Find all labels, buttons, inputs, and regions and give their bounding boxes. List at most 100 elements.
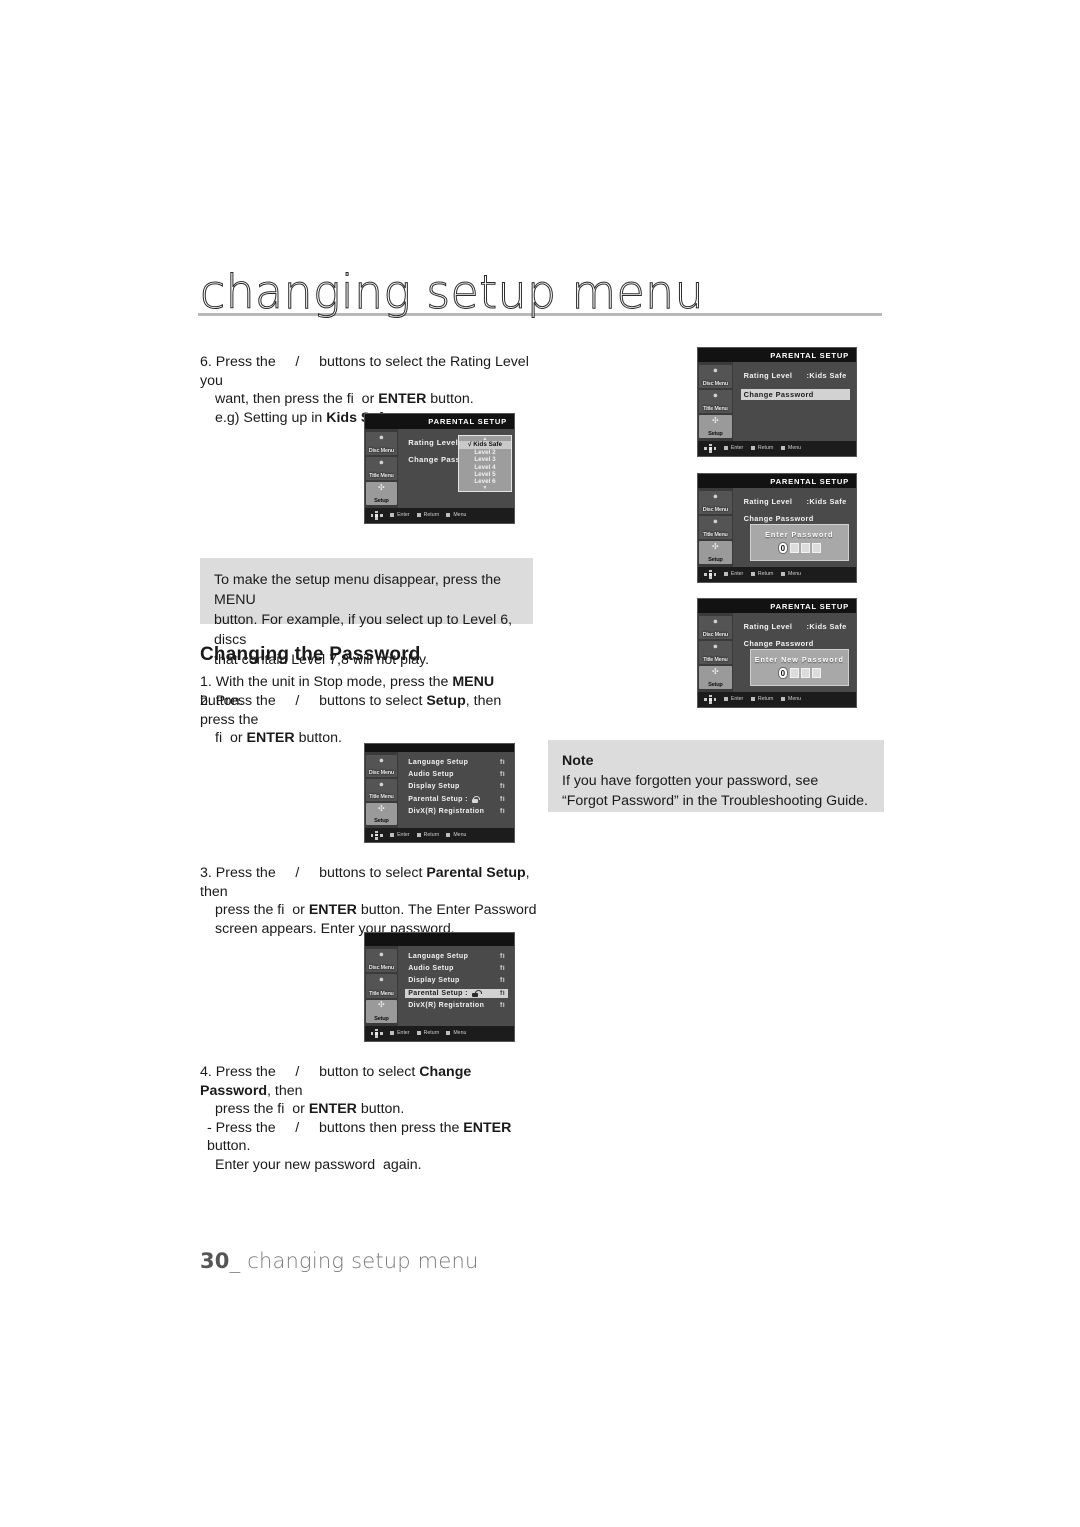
- rating-level-label: Rating Level: [743, 621, 793, 631]
- step-6-line-2: want, then press the fi or ENTER button.: [215, 391, 474, 407]
- setup-item-label: Audio Setup: [408, 965, 454, 973]
- setup-item-language-setup[interactable]: Language Setup fi: [405, 758, 508, 767]
- password-digit-3[interactable]: [800, 543, 810, 554]
- sidebar-item-disc-menu[interactable]: ⏺ Disc Menu: [699, 365, 732, 388]
- sidebar-item-setup[interactable]: ✣ Setup: [365, 803, 397, 826]
- osd-main-area: ⏺ Disc Menu ⏺ Title Menu ✣ Setup Rating …: [698, 362, 856, 441]
- disc-menu-icon: ⏺: [379, 755, 384, 765]
- dpad-icon: [370, 1028, 383, 1038]
- sidebar-item-setup[interactable]: ✣ Setup: [699, 540, 732, 564]
- legend-enter: Enter: [390, 1030, 410, 1036]
- chevron-right-icon: fi: [499, 965, 506, 973]
- password-digit-4[interactable]: [811, 543, 821, 554]
- legend-return: Return: [750, 571, 773, 577]
- setup-item-label: DivX(R) Registration: [408, 807, 485, 815]
- dropdown-option-level-4[interactable]: Level 4: [459, 464, 511, 471]
- setup-item-label-wrap: Parental Setup :: [408, 989, 482, 997]
- legend-return-label: Return: [423, 1030, 440, 1037]
- sidebar-item-title-menu[interactable]: ⏺ Title Menu: [365, 778, 397, 802]
- password-digit-4[interactable]: [811, 668, 821, 679]
- legend-return: Return: [750, 696, 773, 702]
- enter-new-password-title: Enter New Password: [754, 655, 844, 665]
- chevron-right-icon: fi: [499, 1002, 506, 1010]
- setup-item-display-setup[interactable]: Display Setup fi: [405, 976, 508, 985]
- enter-chip-icon: [390, 513, 395, 518]
- sidebar-item-title-menu[interactable]: ⏺ Title Menu: [699, 515, 732, 539]
- chevron-right-icon: fi: [499, 952, 506, 960]
- sidebar-item-disc-menu[interactable]: ⏺ Disc Menu: [699, 491, 732, 514]
- scroll-down-icon[interactable]: ▼: [459, 486, 511, 491]
- sidebar-label-setup: Setup: [708, 430, 723, 437]
- setup-item-parental-setup-selected[interactable]: Parental Setup : fi: [405, 988, 509, 998]
- sidebar-item-disc-menu[interactable]: ⏺ Disc Menu: [365, 432, 397, 456]
- password-digit-2[interactable]: [789, 543, 799, 554]
- osd-content: Rating Level Change Password ▲ √ Kids Sa…: [398, 429, 514, 507]
- chevron-right-icon: fi: [499, 783, 506, 791]
- osd-row-change-password[interactable]: Change Password: [740, 388, 850, 400]
- sidebar-item-disc-menu[interactable]: ⏺ Disc Menu: [365, 754, 397, 777]
- sidebar-item-title-menu[interactable]: ⏺ Title Menu: [365, 974, 397, 998]
- setup-item-divx-registration[interactable]: DivX(R) Registration fi: [405, 1001, 508, 1010]
- dropdown-option-level-3[interactable]: Level 3: [459, 456, 511, 463]
- password-entry-boxes[interactable]: 0: [777, 542, 821, 555]
- title-menu-icon: ⏺: [713, 641, 718, 651]
- page-footer: 30_ changing setup menu: [200, 1249, 478, 1273]
- setup-item-parental-setup[interactable]: Parental Setup : fi: [405, 795, 508, 804]
- dropdown-option-level-5[interactable]: Level 5: [459, 471, 511, 478]
- sidebar-item-setup[interactable]: ✣ Setup: [365, 999, 397, 1023]
- dpad-icon: [704, 694, 717, 704]
- sidebar-item-setup[interactable]: ✣ Setup: [699, 665, 732, 689]
- password-digit-1[interactable]: 0: [777, 542, 788, 555]
- page-number-underscore: _: [229, 1249, 241, 1273]
- sidebar-item-disc-menu[interactable]: ⏺ Disc Menu: [699, 616, 732, 639]
- setup-item-label: DivX(R) Registration: [408, 1002, 485, 1010]
- sidebar-label-setup: Setup: [374, 1015, 389, 1022]
- legend-menu: Menu: [781, 696, 801, 702]
- rating-level-dropdown[interactable]: ▲ √ Kids Safe Level 2 Level 3 Level 4 Le…: [458, 434, 512, 493]
- legend-enter-label: Enter: [730, 445, 744, 452]
- setup-item-divx-registration[interactable]: DivX(R) Registration fi: [405, 807, 508, 816]
- osd-row-rating-level[interactable]: Rating Level :Kids Safe: [741, 370, 850, 381]
- sidebar-item-title-menu[interactable]: ⏺ Title Menu: [699, 640, 732, 664]
- osd-row-rating-level[interactable]: Rating Level :Kids Safe: [741, 496, 850, 507]
- padlock-open-icon: [471, 989, 482, 997]
- enter-password-title: Enter Password: [765, 530, 834, 540]
- sidebar-item-setup[interactable]: ✣ Setup: [699, 414, 732, 438]
- return-chip-icon: [416, 513, 421, 518]
- info-box-menu-disappear: To make the setup menu disappear, press …: [200, 558, 533, 668]
- sidebar-label-disc-menu: Disc Menu: [702, 380, 728, 387]
- password-digit-3[interactable]: [800, 668, 810, 679]
- sidebar-label-title-menu: Title Menu: [369, 794, 394, 801]
- osd-enter-new-password: PARENTAL SETUP ⏺ Disc Menu ⏺ Title Menu …: [697, 598, 857, 708]
- sidebar-label-disc-menu: Disc Menu: [368, 448, 394, 455]
- sidebar-item-title-menu[interactable]: ⏺ Title Menu: [699, 389, 732, 413]
- password-digit-1[interactable]: 0: [777, 667, 788, 680]
- rating-level-label: Rating Level: [743, 370, 793, 380]
- setup-item-language-setup[interactable]: Language Setup fi: [405, 952, 508, 961]
- sidebar-item-setup[interactable]: ✣ Setup: [365, 481, 397, 505]
- sidebar-item-disc-menu[interactable]: ⏺ Disc Menu: [365, 948, 397, 973]
- setup-gear-icon: ✣: [712, 541, 719, 551]
- sidebar-item-title-menu[interactable]: ⏺ Title Menu: [365, 457, 397, 480]
- padlock-icon: [471, 795, 481, 803]
- osd-title: PARENTAL SETUP: [770, 476, 849, 486]
- osd-legend-bar: Enter Return Menu: [365, 1025, 514, 1041]
- legend-enter: Enter: [723, 571, 743, 577]
- osd-sidebar: ⏺ Disc Menu ⏺ Title Menu ✣ Setup: [698, 488, 733, 567]
- enter-chip-icon: [723, 446, 728, 451]
- dropdown-option-label: Kids Safe: [473, 441, 502, 449]
- setup-item-display-setup[interactable]: Display Setup fi: [405, 782, 508, 791]
- sidebar-label-title-menu: Title Menu: [703, 531, 728, 538]
- dropdown-option-level-2[interactable]: Level 2: [459, 449, 511, 456]
- disc-menu-icon: ⏺: [379, 949, 384, 959]
- setup-item-audio-setup[interactable]: Audio Setup fi: [405, 770, 508, 779]
- page-title: changing setup menu: [200, 265, 705, 319]
- password-digit-2[interactable]: [789, 668, 799, 679]
- password-entry-boxes[interactable]: 0: [777, 667, 821, 680]
- osd-row-rating-level[interactable]: Rating Level :Kids Safe: [741, 621, 850, 632]
- setup-item-audio-setup[interactable]: Audio Setup fi: [405, 964, 508, 973]
- legend-enter-label: Enter: [397, 832, 410, 839]
- osd-legend-bar: Enter Return Menu: [698, 440, 856, 456]
- dropdown-option-kids-safe[interactable]: √ Kids Safe: [459, 441, 511, 449]
- chevron-right-icon: fi: [499, 989, 506, 997]
